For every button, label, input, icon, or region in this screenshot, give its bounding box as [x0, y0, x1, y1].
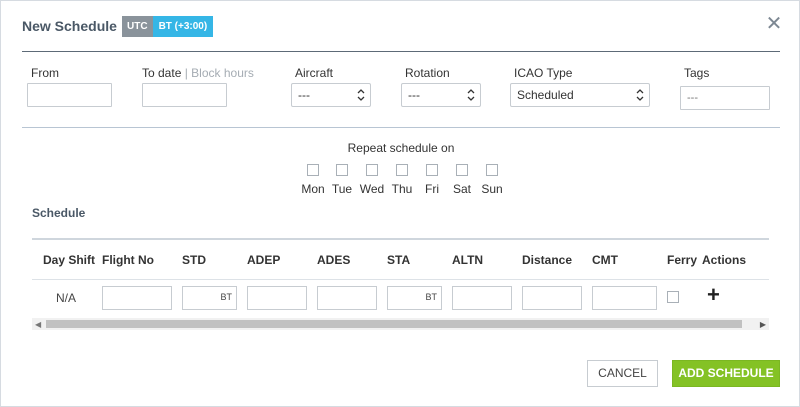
icao-type-value: Scheduled [517, 88, 574, 102]
schedule-table: Day Shift Flight No STD ADEP ADES STA AL… [32, 238, 769, 333]
flight-no-input[interactable] [102, 286, 172, 310]
todate-separator: | [181, 66, 192, 80]
header-divider [22, 51, 780, 52]
add-row-plus-icon[interactable]: + [707, 284, 720, 306]
from-input[interactable] [27, 83, 112, 107]
day-thu-checkbox[interactable] [396, 164, 408, 176]
fields-divider [22, 127, 780, 128]
day-wed-label: Wed [359, 182, 385, 196]
dialog-title: New Schedule [22, 18, 117, 34]
updown-chevron-icon [357, 89, 365, 101]
col-std: STD [182, 253, 206, 267]
col-altn: ALTN [452, 253, 484, 267]
icao-type-select[interactable]: Scheduled [510, 83, 650, 107]
icao-type-label: ICAO Type [514, 66, 573, 80]
day-mon-checkbox[interactable] [307, 164, 319, 176]
day-wed-checkbox[interactable] [366, 164, 378, 176]
sta-tz-suffix: BT [425, 292, 437, 302]
day-fri-label: Fri [425, 182, 439, 196]
col-cmt: CMT [592, 253, 618, 267]
todate-input[interactable] [142, 83, 227, 107]
tags-input[interactable] [680, 86, 770, 110]
dialog-header: New Schedule UTC BT (+3:00) ✕ [1, 1, 799, 51]
aircraft-value: --- [298, 88, 310, 102]
std-input[interactable]: BT [182, 286, 237, 310]
aircraft-select[interactable]: --- [291, 83, 371, 107]
from-label: From [31, 66, 59, 80]
day-sat-label: Sat [452, 182, 471, 196]
day-shift-value: N/A [56, 291, 77, 305]
col-ferry: Ferry [667, 253, 698, 267]
todate-label: To date [142, 66, 182, 80]
altn-input[interactable] [452, 286, 512, 310]
cancel-button[interactable]: CANCEL [587, 360, 658, 387]
schedule-section-title: Schedule [32, 206, 86, 220]
day-tue: Tue [327, 164, 357, 196]
add-schedule-button[interactable]: ADD SCHEDULE [672, 360, 780, 387]
std-tz-suffix: BT [220, 292, 232, 302]
col-day-shift: Day Shift [43, 253, 96, 267]
new-schedule-dialog: New Schedule UTC BT (+3:00) ✕ From To da… [0, 0, 800, 407]
col-flight-no: Flight No [102, 253, 154, 267]
day-fri-checkbox[interactable] [426, 164, 438, 176]
day-thu-label: Thu [391, 182, 413, 196]
scroll-right-arrow-icon[interactable]: ▶ [760, 320, 766, 329]
cmt-input[interactable] [592, 286, 657, 310]
day-tue-label: Tue [331, 182, 353, 196]
scrollbar-thumb[interactable] [46, 320, 742, 328]
close-icon[interactable]: ✕ [765, 14, 783, 34]
table-header-border [32, 238, 769, 240]
day-wed: Wed [357, 164, 387, 196]
day-mon: Mon [298, 164, 328, 196]
aircraft-label: Aircraft [295, 66, 334, 80]
day-thu: Thu [387, 164, 417, 196]
rotation-label: Rotation [405, 66, 450, 80]
day-sun-label: Sun [481, 182, 503, 196]
tz-bt-button[interactable]: BT (+3:00) [152, 16, 214, 37]
tags-label: Tags [684, 66, 710, 80]
col-actions: Actions [702, 253, 747, 267]
timezone-toggle: UTC BT (+3:00) [122, 16, 214, 37]
rotation-value: --- [408, 88, 420, 102]
day-sat-checkbox[interactable] [456, 164, 468, 176]
scroll-left-arrow-icon[interactable]: ◀ [35, 320, 41, 329]
repeat-schedule-title: Repeat schedule on [347, 141, 455, 155]
distance-input[interactable] [522, 286, 582, 310]
day-mon-label: Mon [301, 182, 325, 196]
tz-utc-button[interactable]: UTC [122, 16, 153, 37]
block-hours-link[interactable]: Block hours [191, 66, 254, 80]
day-tue-checkbox[interactable] [336, 164, 348, 176]
ades-input[interactable] [317, 286, 377, 310]
ferry-checkbox[interactable] [667, 291, 679, 303]
day-sun: Sun [477, 164, 507, 196]
day-fri: Fri [417, 164, 447, 196]
adep-input[interactable] [247, 286, 307, 310]
day-sun-checkbox[interactable] [486, 164, 498, 176]
col-distance: Distance [522, 253, 573, 267]
horizontal-scrollbar[interactable]: ◀ ▶ [32, 318, 769, 330]
sta-input[interactable]: BT [387, 286, 442, 310]
col-sta: STA [387, 253, 411, 267]
col-adep: ADEP [247, 253, 281, 267]
day-sat: Sat [447, 164, 477, 196]
col-ades: ADES [317, 253, 351, 267]
rotation-select[interactable]: --- [401, 83, 481, 107]
todate-label-group: To date | Block hours [142, 66, 254, 80]
table-header-divider [32, 279, 769, 280]
updown-chevron-icon [636, 89, 644, 101]
updown-chevron-icon [467, 89, 475, 101]
